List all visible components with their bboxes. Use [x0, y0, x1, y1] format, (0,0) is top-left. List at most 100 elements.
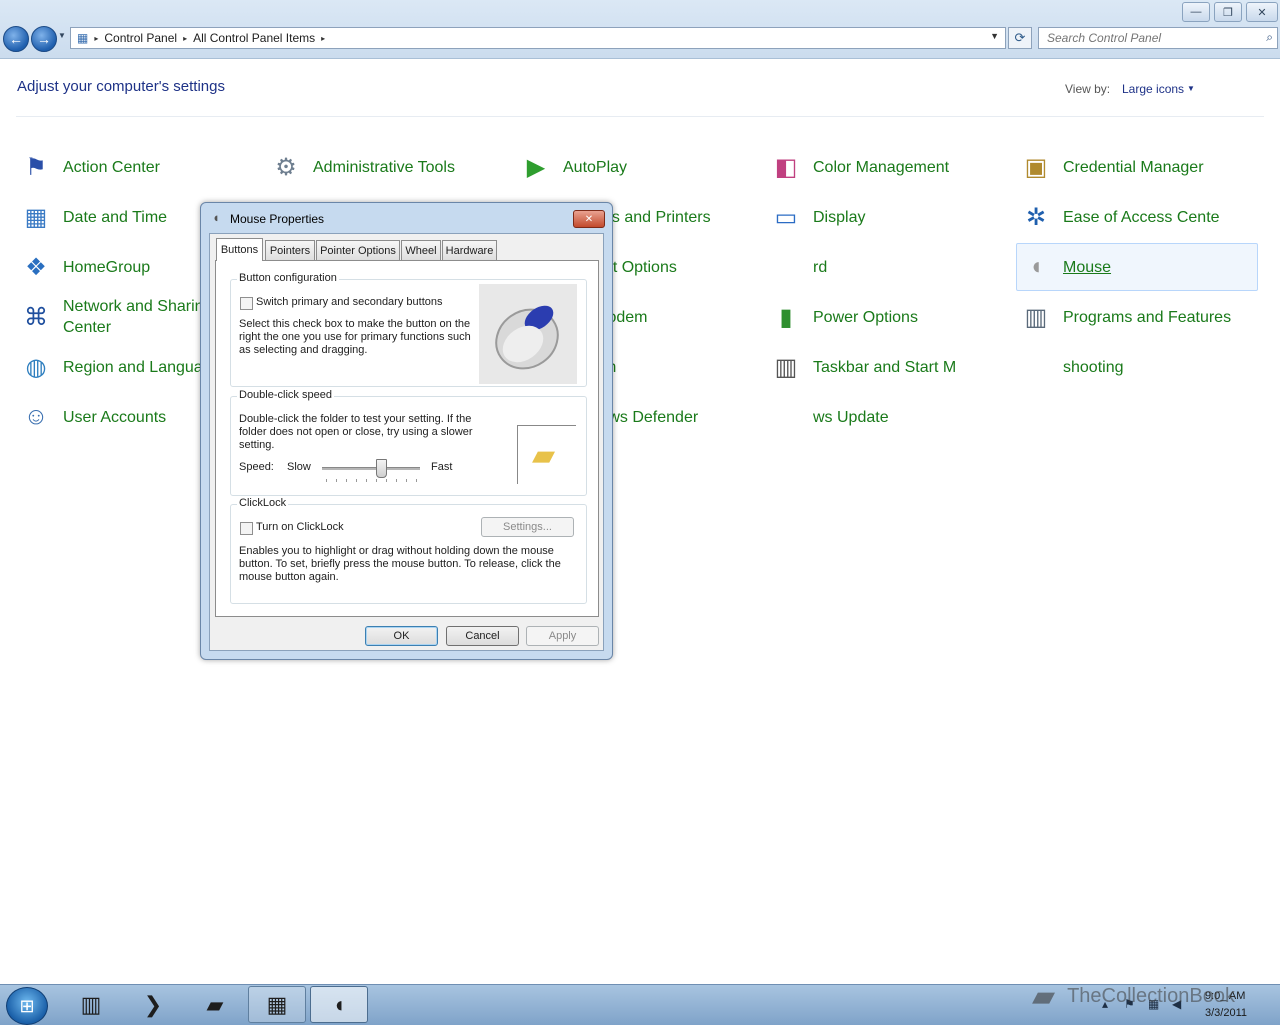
buttons-tab-panel: Button configuration Switch primary and …: [215, 260, 599, 617]
breadcrumb-control-panel[interactable]: Control Panel: [104, 31, 177, 45]
control-panel-item-label[interactable]: Programs and Features: [1063, 307, 1248, 328]
control-panel-item[interactable]: ✲ Ease of Access Cente: [1016, 193, 1258, 241]
address-dropdown-icon[interactable]: ▼: [990, 31, 999, 41]
homegroup-icon[interactable]: ❖: [20, 251, 52, 283]
view-by-label: View by:: [1065, 82, 1111, 96]
speed-slider-track[interactable]: [322, 467, 420, 470]
battery-icon[interactable]: ▮: [770, 301, 802, 333]
switch-buttons-checkbox[interactable]: [240, 297, 253, 310]
tab-pointers[interactable]: Pointers: [265, 240, 315, 260]
folder-icon[interactable]: ▰: [532, 438, 555, 473]
tab-wheel[interactable]: Wheel: [401, 240, 441, 260]
control-panel-item[interactable]: ◖ Mouse: [1016, 243, 1258, 291]
tab-pointer-options[interactable]: Pointer Options: [316, 240, 400, 260]
region-globe-icon[interactable]: ◍: [20, 351, 52, 383]
control-panel-item-label[interactable]: Action Center: [63, 157, 248, 178]
control-panel-item[interactable]: ▥ Programs and Features: [1016, 293, 1258, 341]
monitor-icon[interactable]: ▭: [770, 201, 802, 233]
flag-icon[interactable]: ⚑: [20, 151, 52, 183]
control-panel-item[interactable]: shooting: [1016, 343, 1258, 391]
breadcrumb-separator[interactable]: ▸: [183, 34, 187, 43]
control-panel-item-label[interactable]: Power Options: [813, 307, 998, 328]
control-panel-item[interactable]: ws Update: [766, 393, 1008, 441]
view-by-dropdown[interactable]: Large icons: [1122, 82, 1184, 96]
admin-tools-icon[interactable]: ⚙: [270, 151, 302, 183]
test-folder-area[interactable]: ▰: [517, 425, 576, 484]
dialog-close-button[interactable]: ✕: [573, 210, 605, 228]
close-window-button[interactable]: ✕: [1246, 2, 1278, 22]
control-panel-item[interactable]: ⚙ Administrative Tools: [266, 143, 508, 191]
ok-button[interactable]: OK: [365, 626, 438, 646]
breadcrumb-all-items[interactable]: All Control Panel Items: [193, 31, 315, 45]
refresh-button[interactable]: ⟳: [1008, 27, 1032, 49]
control-panel-taskbar-icon[interactable]: ▦: [248, 986, 306, 1023]
keyboard-icon[interactable]: [770, 251, 802, 283]
back-button[interactable]: ←: [3, 26, 29, 52]
start-button[interactable]: ⊞: [6, 987, 48, 1025]
control-panel-item-label[interactable]: AutoPlay: [563, 157, 748, 178]
control-panel-item[interactable]: ⚑ Action Center: [16, 143, 258, 191]
clicklock-checkbox[interactable]: [240, 522, 253, 535]
control-panel-item[interactable]: rd: [766, 243, 1008, 291]
troubleshooting-icon[interactable]: [1020, 351, 1052, 383]
breadcrumb-separator[interactable]: ▸: [321, 34, 325, 43]
powershell-taskbar-icon[interactable]: ❯: [124, 986, 182, 1023]
calendar-clock-icon[interactable]: ▦: [20, 201, 52, 233]
control-panel-item-label[interactable]: Taskbar and Start M: [813, 357, 998, 378]
control-panel-item[interactable]: ◧ Color Management: [766, 143, 1008, 191]
users-icon[interactable]: ☺: [20, 401, 52, 433]
windows-update-icon[interactable]: [770, 401, 802, 433]
control-panel-item-label[interactable]: Color Management: [813, 157, 998, 178]
taskbar-icon[interactable]: ▥: [770, 351, 802, 383]
programs-icon[interactable]: ▥: [1020, 301, 1052, 333]
group-title: Double-click speed: [237, 389, 334, 401]
recent-pages-dropdown[interactable]: ▼: [58, 31, 66, 40]
control-panel-item[interactable]: ▶ AutoPlay: [516, 143, 758, 191]
control-panel-item[interactable]: ▣ Credential Manager: [1016, 143, 1258, 191]
control-panel-item-label[interactable]: Ease of Access Cente: [1063, 207, 1248, 228]
breadcrumb-separator[interactable]: ▸: [94, 34, 98, 43]
speed-slider-thumb[interactable]: [375, 459, 387, 478]
control-panel-item-label[interactable]: shooting: [1063, 357, 1248, 378]
fast-label: Fast: [431, 461, 453, 473]
tab-hardware[interactable]: Hardware: [442, 240, 497, 260]
control-panel-item-label[interactable]: rd: [813, 257, 998, 278]
maximize-button[interactable]: ❐: [1214, 2, 1242, 22]
autoplay-icon[interactable]: ▶: [520, 151, 552, 183]
control-panel-item[interactable]: ▥ Taskbar and Start M: [766, 343, 1008, 391]
mouse-icon[interactable]: ◖: [1020, 251, 1052, 283]
dialog-body: Buttons Pointers Pointer Options Wheel H…: [209, 233, 604, 651]
double-click-speed-group: Double-click speed Double-click the fold…: [230, 389, 587, 496]
control-panel-item-label[interactable]: ws Update: [813, 407, 998, 428]
minimize-button[interactable]: —: [1182, 2, 1210, 22]
network-icon[interactable]: ⌘: [20, 301, 52, 333]
clicklock-settings-button[interactable]: Settings...: [481, 517, 574, 537]
control-panel-item-label[interactable]: Credential Manager: [1063, 157, 1248, 178]
mouse-properties-taskbar-icon[interactable]: ◖: [310, 986, 368, 1023]
explorer-folder-taskbar-icon[interactable]: ▰: [186, 986, 244, 1023]
chevron-down-icon[interactable]: ▼: [1187, 84, 1195, 93]
address-bar[interactable]: ▦ ▸ Control Panel ▸ All Control Panel It…: [70, 27, 1006, 49]
apply-button[interactable]: Apply: [526, 626, 599, 646]
color-management-icon[interactable]: ◧: [770, 151, 802, 183]
ease-of-access-icon[interactable]: ✲: [1020, 201, 1052, 233]
group-title: Button configuration: [237, 272, 339, 284]
control-panel-item-label[interactable]: Administrative Tools: [313, 157, 498, 178]
clicklock-label[interactable]: Turn on ClickLock: [256, 521, 344, 534]
control-panel-item-label[interactable]: Display: [813, 207, 998, 228]
search-input[interactable]: [1045, 28, 1249, 48]
server-manager-taskbar-icon[interactable]: ▥: [62, 986, 120, 1023]
control-panel-item[interactable]: ▮ Power Options: [766, 293, 1008, 341]
search-icon[interactable]: ⌕: [1266, 30, 1273, 45]
credential-icon[interactable]: ▣: [1020, 151, 1052, 183]
forward-arrow-icon: →: [37, 31, 51, 47]
switch-buttons-label[interactable]: Switch primary and secondary buttons: [256, 296, 442, 309]
button-configuration-group: Button configuration Switch primary and …: [230, 272, 587, 387]
search-box[interactable]: ⌕: [1038, 27, 1278, 49]
mouse-properties-dialog: ◖ Mouse Properties ✕ Buttons Pointers Po…: [200, 202, 613, 660]
control-panel-item-label[interactable]: Mouse: [1063, 257, 1248, 278]
cancel-button[interactable]: Cancel: [446, 626, 519, 646]
control-panel-item[interactable]: ▭ Display: [766, 193, 1008, 241]
forward-button[interactable]: →: [31, 26, 57, 52]
tab-buttons[interactable]: Buttons: [216, 238, 263, 261]
